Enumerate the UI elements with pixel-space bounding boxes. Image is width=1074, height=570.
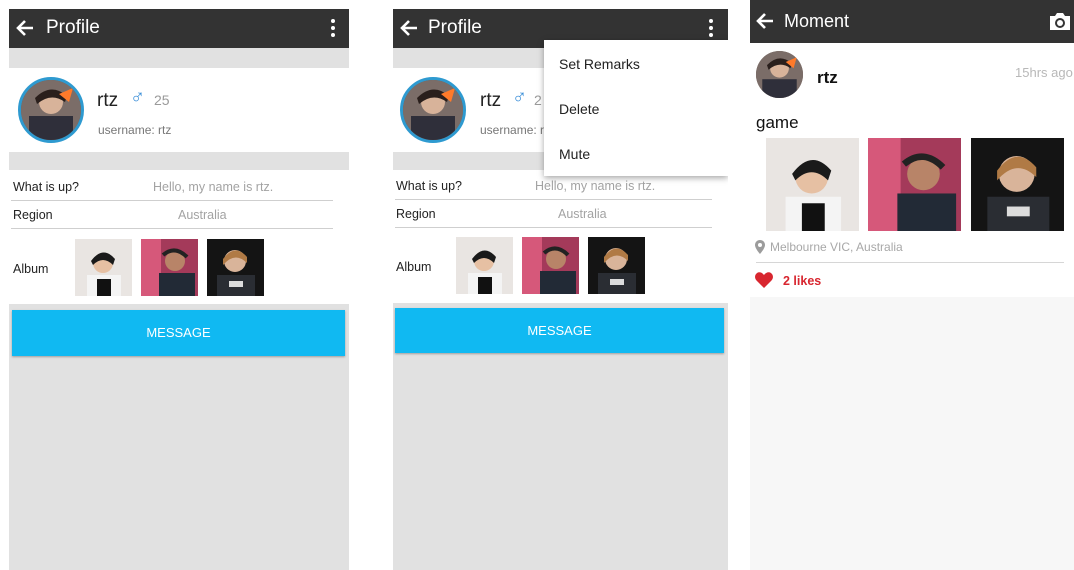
back-arrow-icon[interactable] <box>15 18 35 38</box>
more-vert-icon[interactable] <box>330 17 336 39</box>
post-location: Melbourne VIC, Australia <box>770 240 903 254</box>
profile-name: rtz <box>480 90 502 111</box>
album-photo[interactable] <box>75 239 132 296</box>
menu-item-delete[interactable]: Delete <box>559 101 599 117</box>
heart-icon[interactable] <box>755 272 773 288</box>
location-pin-icon <box>755 240 765 254</box>
more-vert-icon[interactable] <box>708 17 714 39</box>
post-photo[interactable] <box>971 138 1064 231</box>
camera-icon[interactable] <box>1048 10 1072 32</box>
profile-info-card: What is up? Hello, my name is rtz. Regio… <box>393 170 728 240</box>
profile-screen: Profile rtz ♂ 25 username: rtz What is u… <box>9 9 349 570</box>
album-photo[interactable] <box>588 237 645 294</box>
message-button[interactable]: MESSAGE <box>395 308 724 353</box>
male-icon: ♂ <box>130 86 145 108</box>
post-photo[interactable] <box>868 138 961 231</box>
username-line: username: rtz <box>480 123 554 137</box>
message-button[interactable]: MESSAGE <box>12 310 345 356</box>
page-title: Moment <box>784 11 850 31</box>
back-arrow-icon[interactable] <box>755 11 775 31</box>
menu-item-mute[interactable]: Mute <box>559 146 590 162</box>
post-author-name: rtz <box>817 68 838 87</box>
avatar[interactable] <box>18 77 84 143</box>
post-text: game <box>756 113 799 132</box>
album-label: Album <box>396 260 432 274</box>
region-value: Australia <box>178 208 227 222</box>
divider <box>395 227 712 228</box>
whatsup-value: Hello, my name is rtz. <box>535 179 656 193</box>
profile-screen-menu-open: Profile rtz ♂ 2 username: rtz What is up… <box>393 9 728 570</box>
profile-age: 25 <box>154 92 170 108</box>
region-label: Region <box>13 208 53 222</box>
app-bar: Moment <box>750 0 1074 43</box>
album-card: Album <box>393 231 728 303</box>
whatsup-label: What is up? <box>396 179 463 193</box>
divider <box>395 199 712 200</box>
album-photo[interactable] <box>456 237 513 294</box>
post-time: 15hrs ago <box>1015 65 1073 80</box>
username-line: username: rtz <box>98 123 172 137</box>
album-card: Album <box>9 232 349 304</box>
post-likes[interactable]: 2 likes <box>783 274 821 288</box>
album-photo[interactable] <box>522 237 579 294</box>
album-photo[interactable] <box>207 239 264 296</box>
region-label: Region <box>396 207 436 221</box>
album-label: Album <box>13 262 49 276</box>
avatar[interactable] <box>400 77 466 143</box>
app-bar: Profile <box>9 9 349 48</box>
divider <box>11 200 333 201</box>
menu-item-set-remarks[interactable]: Set Remarks <box>559 56 640 72</box>
whatsup-label: What is up? <box>13 180 80 194</box>
album-photo[interactable] <box>141 239 198 296</box>
profile-info-card: What is up? Hello, my name is rtz. Regio… <box>9 170 349 240</box>
male-icon: ♂ <box>512 86 527 108</box>
profile-name: rtz <box>97 90 119 111</box>
divider <box>11 228 333 229</box>
moment-post: rtz 15hrs ago game Melbourne VIC, Austra… <box>750 43 1074 297</box>
whatsup-value: Hello, my name is rtz. <box>153 180 274 194</box>
divider <box>756 262 1064 263</box>
page-title: Profile <box>428 17 482 38</box>
back-arrow-icon[interactable] <box>399 18 419 38</box>
avatar[interactable] <box>756 51 803 98</box>
moment-screen: Moment rtz 15hrs ago game Melbourne VIC,… <box>750 0 1074 570</box>
region-value: Australia <box>558 207 607 221</box>
profile-age: 2 <box>534 92 542 108</box>
post-photo[interactable] <box>766 138 859 231</box>
profile-header-card: rtz ♂ 25 username: rtz <box>9 68 349 152</box>
overflow-menu: Set Remarks Delete Mute <box>544 40 728 176</box>
page-title: Profile <box>46 17 100 38</box>
